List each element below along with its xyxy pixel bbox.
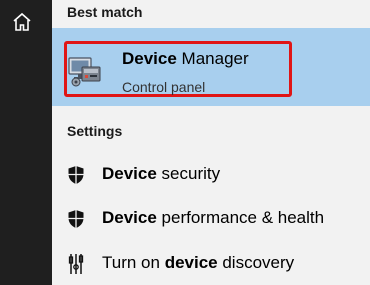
shield-icon (66, 209, 86, 229)
settings-item-label-pre: Turn on (102, 253, 165, 272)
shield-icon (66, 165, 86, 185)
settings-result-device-performance-health[interactable]: Device performance & health (52, 198, 370, 240)
home-icon (13, 12, 31, 31)
best-match-title: Device Manager (122, 49, 249, 69)
discovery-icon (66, 254, 86, 274)
settings-item-label-post: security (156, 164, 221, 183)
device-manager-icon (67, 54, 103, 88)
settings-item-label-bold: device (164, 253, 218, 272)
settings-item-label: Device security (102, 164, 220, 184)
best-match-subtitle: Control panel (122, 79, 206, 95)
best-match-title-rest: Manager (176, 49, 249, 68)
settings-result-device-discovery[interactable]: Turn on device discovery (52, 243, 370, 285)
best-match-heading: Best match (67, 4, 143, 20)
home-button[interactable] (10, 10, 34, 34)
settings-item-label-post: discovery (217, 253, 295, 272)
settings-item-label: Device performance & health (102, 208, 324, 228)
start-left-rail (0, 0, 52, 285)
best-match-title-bold: Device (122, 49, 177, 68)
search-results-panel: Best match Device Manager Control panel (52, 0, 370, 285)
settings-item-label-bold: Device (102, 208, 157, 227)
best-match-result-device-manager[interactable]: Device Manager Control panel (52, 28, 370, 106)
settings-result-device-security[interactable]: Device security (52, 154, 370, 196)
settings-item-label-post: performance & health (156, 208, 325, 227)
settings-heading: Settings (67, 123, 123, 139)
settings-item-label: Turn on device discovery (102, 253, 294, 273)
settings-item-label-bold: Device (102, 164, 157, 183)
